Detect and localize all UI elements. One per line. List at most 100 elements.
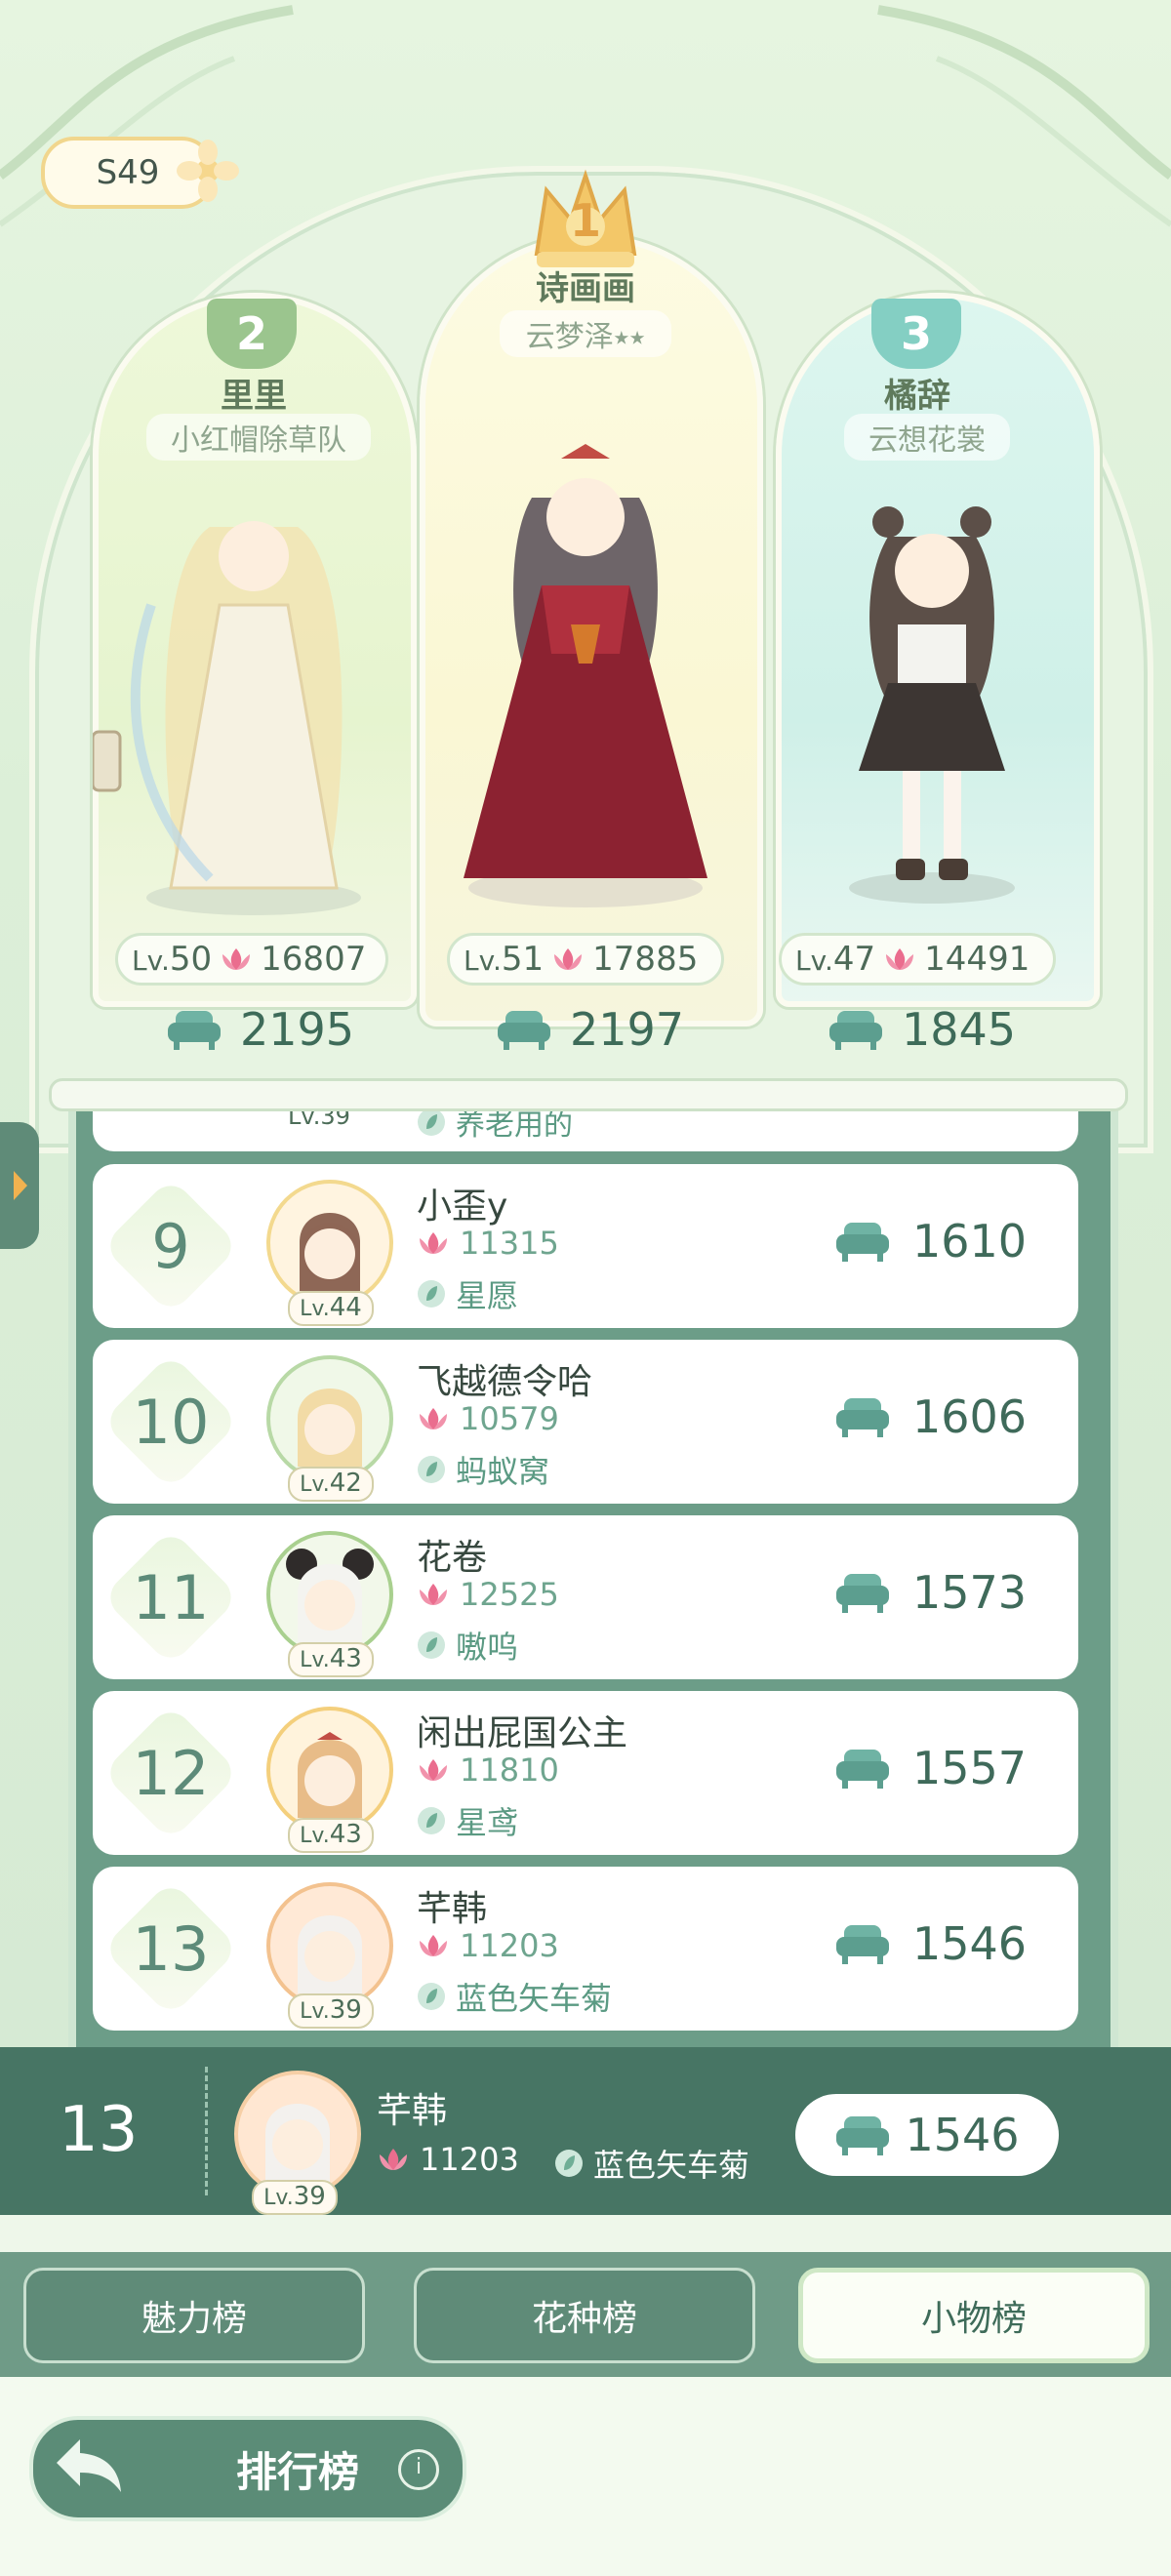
flower-count: 11315	[417, 1225, 559, 1262]
flower-value: 11203	[460, 1927, 559, 1964]
avatar[interactable]	[266, 1355, 393, 1482]
lotus-icon	[554, 948, 583, 970]
score-value: 1845	[902, 1003, 1017, 1056]
team-name: 嗷呜	[456, 1629, 519, 1666]
team-label: 蚂蚁窝	[417, 1447, 549, 1492]
sofa-icon	[829, 1011, 882, 1050]
podium-team-3[interactable]: 云想花裳	[844, 414, 1010, 461]
side-expand-tab[interactable]	[0, 1122, 39, 1249]
level-badge: Lv.43	[288, 1818, 374, 1853]
sofa-icon	[168, 1011, 221, 1050]
score: 1557	[834, 1742, 1027, 1794]
podium-name-2[interactable]: 里里	[156, 369, 351, 417]
my-rank-bar[interactable]: 13 Lv.39 芊韩 11203 蓝色矢车菊 1546	[0, 2047, 1171, 2215]
tab-charm[interactable]: 魅力榜	[23, 2268, 365, 2363]
player-name: 芊韩	[417, 1889, 488, 1929]
team-name: 蓝色矢车菊	[593, 2147, 750, 2184]
lotus-icon	[420, 1584, 447, 1605]
rank-number: 13	[132, 1912, 210, 1985]
level-value: 44	[329, 1293, 362, 1322]
vine-decoration-left	[0, 5, 294, 227]
flower-count: 12525	[417, 1576, 559, 1613]
my-score-pill: 1546	[795, 2094, 1059, 2176]
rank-number: 9	[151, 1210, 190, 1282]
sofa-icon	[836, 2116, 890, 2155]
podium-score-1: 2197	[496, 1003, 684, 1056]
score-value: 1573	[912, 1566, 1028, 1619]
list-item[interactable]: 11 Lv.43 花卷 12525 嗷呜 1573	[93, 1515, 1078, 1679]
rank-number: 12	[132, 1737, 210, 1809]
flower-value: 12525	[460, 1576, 559, 1613]
flower-count: 16807	[261, 940, 367, 979]
lotus-icon	[420, 1408, 447, 1429]
score-value: 1610	[912, 1215, 1028, 1268]
podium-name-3[interactable]: 橘辞	[820, 369, 1015, 417]
level-value: 39	[293, 2182, 326, 2211]
chevron-right-icon	[14, 1171, 27, 1200]
level-value: 50	[169, 940, 213, 979]
level-badge: Lv.44	[288, 1291, 374, 1326]
season-label: S49	[96, 153, 160, 192]
character-figure-3[interactable]	[810, 498, 1054, 907]
my-avatar[interactable]	[234, 2071, 361, 2197]
score: 1573	[834, 1566, 1027, 1619]
podium-name-1[interactable]: 诗画画	[488, 262, 683, 309]
score-value: 1557	[912, 1742, 1028, 1794]
flower-value: 11810	[460, 1751, 559, 1789]
level-prefix: Lv.	[795, 945, 833, 977]
score-value: 1546	[905, 2109, 1020, 2161]
flower-value: 11203	[420, 2141, 519, 2178]
flower-count: 14491	[924, 940, 1030, 979]
player-name: 小歪y	[417, 1187, 508, 1227]
podium-team-2[interactable]: 小红帽除草队	[146, 414, 371, 461]
tab-bar: 魅力榜 花种榜 小物榜	[0, 2252, 1171, 2377]
team-label: 蓝色矢车菊	[417, 1974, 612, 2019]
avatar[interactable]	[266, 1180, 393, 1307]
team-name: 星愿	[456, 1277, 519, 1314]
level-badge: Lv.39	[288, 1993, 374, 2029]
leaf-icon	[418, 1631, 445, 1659]
level-value: 39	[329, 1995, 362, 2025]
list-item[interactable]: 12 Lv.43 闲出屁国公主 11810 星鸢 1557	[93, 1691, 1078, 1855]
star-icon: ⭑⭑	[613, 320, 646, 354]
level-prefix: Lv.	[300, 1472, 330, 1497]
avatar[interactable]	[266, 1531, 393, 1658]
flower-count: 17885	[592, 940, 699, 979]
flower-icon	[177, 140, 239, 202]
avatar[interactable]	[266, 1882, 393, 2009]
level-prefix: Lv.	[300, 1648, 330, 1672]
character-figure-1[interactable]	[424, 429, 747, 907]
score: 1546	[834, 1917, 1027, 1970]
score: 1610	[834, 1215, 1027, 1268]
list-item[interactable]: 9 Lv.44 小歪y 11315 星愿 1610	[93, 1164, 1078, 1328]
flower-count: 11810	[417, 1751, 559, 1789]
sofa-icon	[836, 1574, 889, 1613]
flower-count: 10579	[417, 1400, 559, 1437]
rank-badge-2: 2	[207, 299, 297, 369]
page-title: 排行榜	[236, 2448, 360, 2496]
info-icon[interactable]: i	[398, 2449, 439, 2490]
team-name: 星鸢	[456, 1804, 519, 1841]
tab-small-items[interactable]: 小物榜	[798, 2268, 1150, 2363]
list-item[interactable]: 13 Lv.39 芊韩 11203 蓝色矢车菊 1546	[93, 1867, 1078, 2031]
my-level-badge: Lv.39	[252, 2180, 338, 2215]
tab-flower-seed[interactable]: 花种榜	[414, 2268, 755, 2363]
avatar[interactable]	[266, 1707, 393, 1833]
score-value: 1606	[912, 1390, 1028, 1443]
back-arrow-icon[interactable]	[51, 2430, 129, 2500]
podium-stats-1: Lv.51 17885	[447, 933, 724, 986]
list-item[interactable]: 10 Lv.42 飞越德令哈 10579 蚂蚁窝 1606	[93, 1340, 1078, 1504]
flower-value: 10579	[460, 1400, 559, 1437]
podium-team-1[interactable]: 云梦泽⭑⭑	[500, 310, 671, 357]
score-value: 2195	[240, 1003, 355, 1056]
leaf-icon	[418, 1983, 445, 2010]
leaf-icon	[555, 2150, 583, 2177]
level-badge: Lv.42	[288, 1467, 374, 1502]
rank-number: 11	[132, 1561, 210, 1633]
flower-count: 11203	[417, 1927, 559, 1964]
character-figure-2[interactable]	[93, 488, 415, 917]
leaf-icon	[418, 1807, 445, 1834]
lotus-icon	[886, 948, 914, 970]
player-name: 闲出屁国公主	[417, 1713, 628, 1753]
level-prefix: Lv.	[300, 1824, 330, 1848]
